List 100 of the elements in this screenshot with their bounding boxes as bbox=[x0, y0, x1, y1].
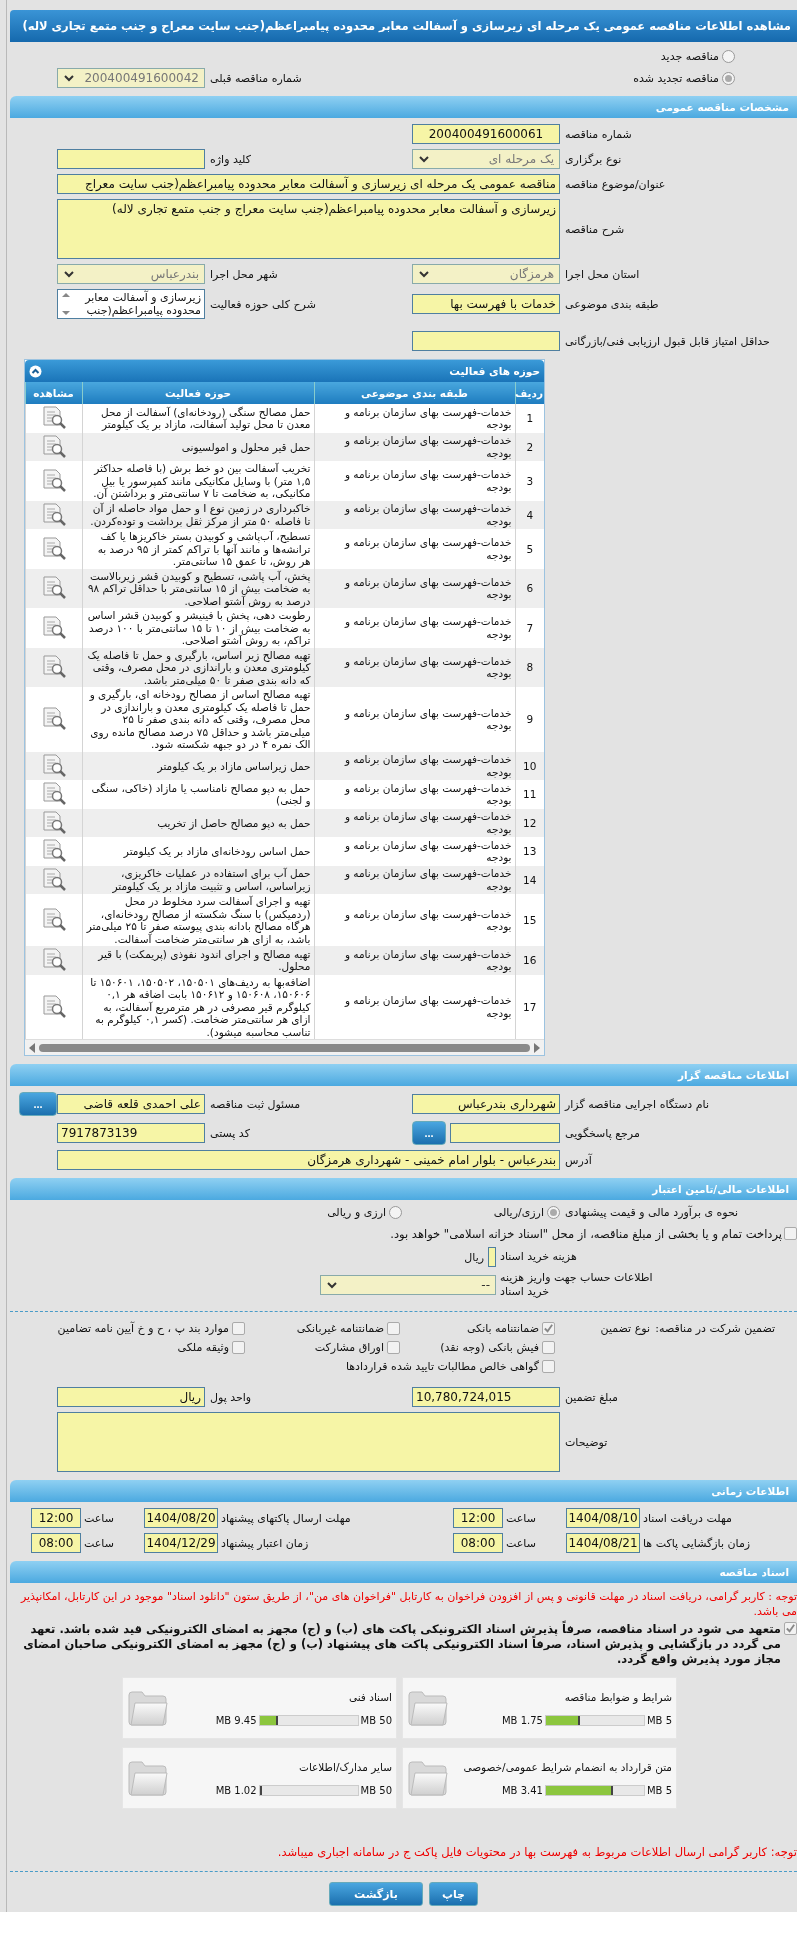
date-field[interactable]: 1404/08/21 bbox=[566, 1533, 640, 1553]
text-field[interactable]: 200400491600061 bbox=[412, 124, 560, 144]
column-header: طبقه بندی موضوعی bbox=[314, 382, 515, 404]
document-search-icon[interactable] bbox=[40, 906, 67, 931]
date-field[interactable]: 1404/08/10 bbox=[566, 1508, 640, 1528]
text-field[interactable] bbox=[488, 1247, 496, 1267]
document-search-icon[interactable] bbox=[40, 535, 67, 560]
table-cell: حمل به دپو مصالح حاصل از تخریب bbox=[82, 808, 314, 837]
section-header: اطلاعات مناقصه گزار bbox=[10, 1064, 797, 1086]
action-button[interactable]: بازگشت bbox=[328, 1882, 423, 1906]
checkbox[interactable] bbox=[542, 1360, 555, 1373]
checkbox-label: وثیقه ملکی bbox=[177, 1341, 229, 1354]
field-label: مهلت دریافت اسناد bbox=[642, 1511, 733, 1525]
text-field[interactable]: 7917873139 bbox=[57, 1123, 205, 1143]
document-search-icon[interactable] bbox=[40, 614, 67, 639]
text-area[interactable]: بندرعباس - بلوار امام خمینی - شهرداری هرمزگان bbox=[57, 1150, 560, 1170]
text-area[interactable]: زیرسازی و آسفالت معابر محدوده پیامبراعظم(جنب سایت معراج و جنب متمع تجاری لاله) bbox=[57, 199, 560, 259]
field-label: زمان بازگشایی پاکت ها bbox=[642, 1536, 752, 1550]
checkbox[interactable] bbox=[542, 1322, 555, 1335]
dropdown[interactable]: -- bbox=[320, 1275, 496, 1295]
document-search-icon[interactable] bbox=[40, 575, 67, 599]
date-field[interactable]: 1404/08/20 bbox=[144, 1508, 218, 1528]
scroll-arrows-icon[interactable] bbox=[61, 291, 71, 317]
radio-button[interactable] bbox=[722, 71, 735, 85]
field-label: ساعت bbox=[83, 1511, 115, 1525]
text-field[interactable]: مناقصه عمومی یک مرحله ای زیرسازی و آسفالت معابر محدوده پیامبراعظم(جنب سایت معراج bbox=[57, 174, 560, 194]
horizontal-scrollbar[interactable] bbox=[25, 1039, 544, 1055]
text-field[interactable]: شهرداری بندرعباس bbox=[412, 1094, 560, 1114]
lookup-button[interactable]: ... bbox=[19, 1092, 57, 1116]
action-button[interactable]: چاپ bbox=[428, 1882, 479, 1906]
document-search-icon[interactable] bbox=[40, 501, 67, 526]
time-field[interactable]: 12:00 bbox=[31, 1508, 81, 1528]
text-field[interactable]: ریال bbox=[57, 1387, 205, 1407]
radio-button[interactable] bbox=[389, 1206, 402, 1219]
file-title: متن قرارداد به انضمام شرایط عمومی/خصوصی bbox=[463, 1760, 672, 1773]
checkbox[interactable] bbox=[387, 1341, 400, 1354]
table-cell: خدمات-فهرست بهای سازمان برنامه و بودجه bbox=[314, 865, 515, 894]
field-label: مهلت ارسال پاکتهای پیشنهاد bbox=[220, 1511, 352, 1525]
file-title: اسناد فنی bbox=[348, 1690, 392, 1703]
chevron-down-icon bbox=[64, 74, 74, 82]
time-field[interactable]: 12:00 bbox=[453, 1508, 503, 1528]
text-field[interactable] bbox=[450, 1123, 560, 1143]
checkbox[interactable] bbox=[542, 1341, 555, 1354]
document-search-icon[interactable] bbox=[40, 433, 67, 458]
table-cell: 14 bbox=[515, 865, 544, 894]
table-cell: خدمات-فهرست بهای سازمان برنامه و بودجه bbox=[314, 500, 515, 529]
table-cell: خدمات-فهرست بهای سازمان برنامه و بودجه bbox=[314, 568, 515, 608]
list-box[interactable]: زیرسازی و آسفالت معابر محدوده پیامبراعظم(جنب bbox=[57, 289, 205, 319]
amount-field[interactable]: 10,780,724,015 bbox=[412, 1387, 560, 1407]
radio-button[interactable] bbox=[547, 1206, 560, 1219]
field-label: نام دستگاه اجرایی مناقصه گزار bbox=[563, 1097, 710, 1111]
document-search-icon[interactable] bbox=[40, 467, 67, 492]
checkbox[interactable] bbox=[784, 1227, 797, 1240]
document-search-icon[interactable] bbox=[40, 809, 67, 834]
text-field[interactable] bbox=[57, 149, 205, 169]
collapse-icon[interactable] bbox=[29, 364, 42, 378]
checkbox[interactable] bbox=[784, 1622, 797, 1635]
table-cell: تهیه مصالح زیر اساس، بارگیری و حمل تا فاصله یک کیلومتری معدن و باراندازی در محل مصرف، وقتی که دانه بندی صفر تا ۵۰ میلی‌متر باشد. bbox=[82, 647, 314, 687]
field-label: اطلاعات حساب جهت واریز هزینه خرید اسناد bbox=[500, 1271, 654, 1299]
document-search-icon[interactable] bbox=[40, 866, 67, 891]
document-search-icon[interactable] bbox=[40, 838, 67, 862]
table-cell: 12 bbox=[515, 808, 544, 837]
radio-label: مناقصه تجدید شده bbox=[633, 71, 719, 85]
dropdown[interactable]: بندرعباس bbox=[57, 264, 205, 284]
size-limit: 5 MB bbox=[646, 1714, 672, 1726]
document-search-icon[interactable] bbox=[40, 405, 67, 429]
table-cell: خدمات-فهرست بهای سازمان برنامه و بودجه bbox=[314, 837, 515, 866]
dropdown[interactable]: یک مرحله ای bbox=[412, 149, 560, 169]
document-search-icon[interactable] bbox=[40, 706, 67, 730]
text-field[interactable]: خدمات با فهرست بها bbox=[412, 294, 560, 314]
text-area[interactable] bbox=[57, 1412, 560, 1472]
table-cell: حمل مصالح سنگی (رودخانه‌ای) آسفالت از محل معدن تا محل تولید آسفالت، مازاد بر یک کیلومتر bbox=[82, 404, 314, 433]
field-label: واحد پول bbox=[209, 1390, 253, 1404]
file-title: شرایط و ضوابط مناقصه bbox=[564, 1690, 672, 1703]
field-label: مرجع پاسخگویی bbox=[564, 1126, 641, 1140]
document-search-icon[interactable] bbox=[40, 654, 67, 678]
document-search-icon[interactable] bbox=[40, 993, 67, 1018]
document-search-icon[interactable] bbox=[40, 781, 67, 805]
size-used: 3.41 MB bbox=[502, 1784, 543, 1796]
field-label: توضیحات bbox=[564, 1435, 609, 1449]
date-field[interactable]: 1404/12/29 bbox=[144, 1533, 218, 1553]
document-search-icon[interactable] bbox=[40, 947, 67, 971]
table-cell: حمل اساس رودخانه‌ای مازاد بر یک کیلومتر bbox=[82, 837, 314, 866]
radio-button[interactable] bbox=[722, 50, 735, 63]
table-cell: حمل قیر محلول و امولسیونی bbox=[82, 432, 314, 461]
dropdown[interactable]: 200400491600042 bbox=[57, 68, 205, 88]
time-field[interactable]: 08:00 bbox=[31, 1533, 81, 1553]
checkbox[interactable] bbox=[232, 1341, 245, 1354]
document-search-icon[interactable] bbox=[40, 752, 67, 777]
checkbox[interactable] bbox=[387, 1322, 400, 1335]
lookup-button[interactable]: ... bbox=[412, 1121, 446, 1145]
section-header: اسناد مناقصه bbox=[10, 1561, 797, 1583]
column-header: ردیف bbox=[515, 382, 544, 404]
checkbox[interactable] bbox=[232, 1322, 245, 1335]
field-label: ساعت bbox=[83, 1536, 115, 1550]
dropdown[interactable]: هرمزگان bbox=[412, 264, 560, 284]
text-field[interactable]: علی احمدی قلعه قاضی bbox=[57, 1094, 205, 1114]
time-field[interactable]: 08:00 bbox=[453, 1533, 503, 1553]
text-field[interactable] bbox=[412, 331, 560, 351]
table-cell: 11 bbox=[515, 780, 544, 809]
